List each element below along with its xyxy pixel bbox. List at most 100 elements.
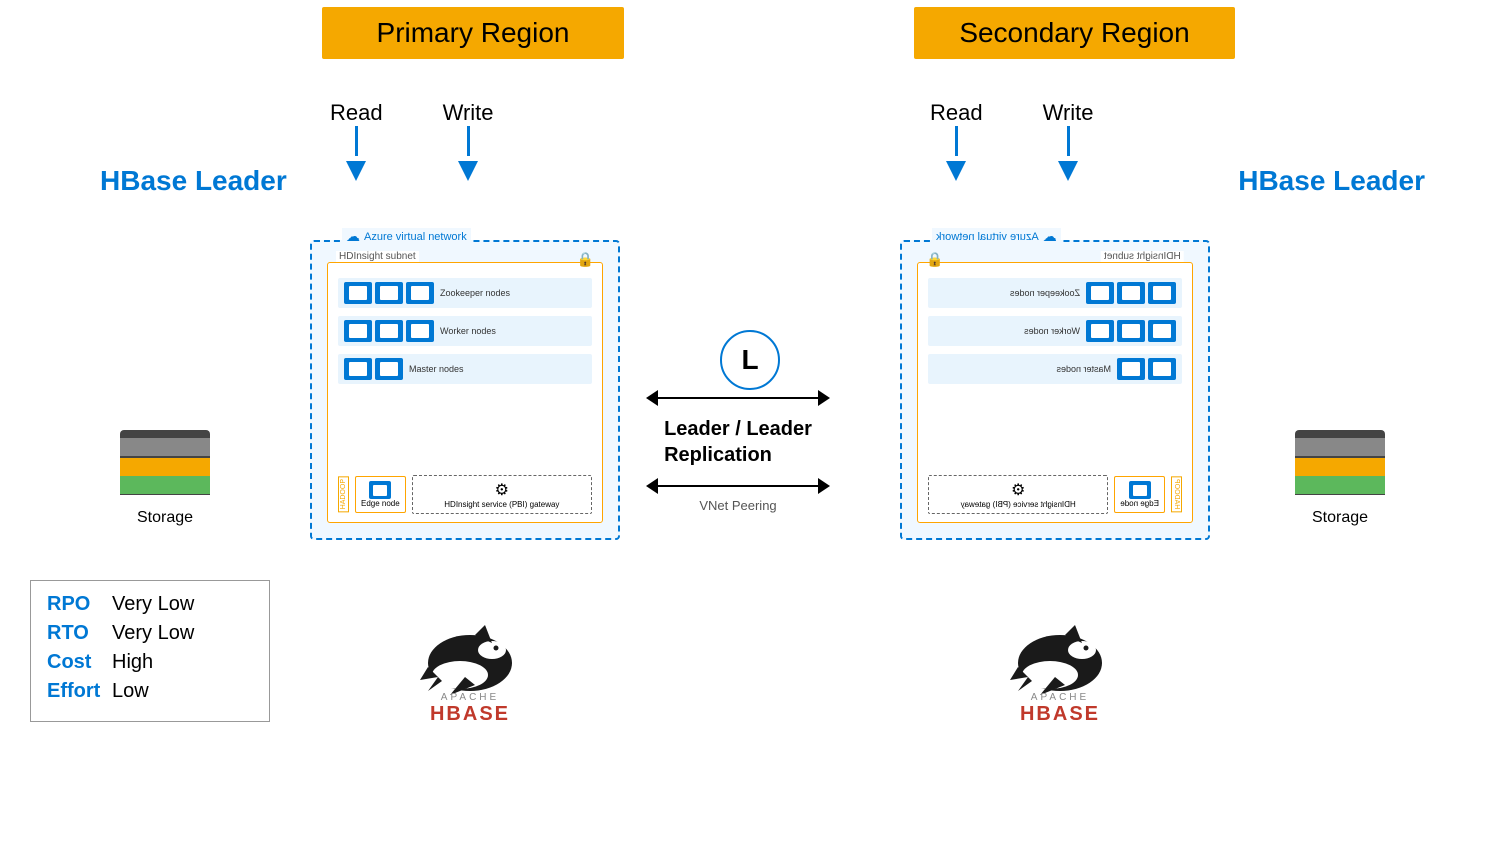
rep-arrow-bottom [646,478,830,494]
primary-region-label: Primary Region [322,7,624,59]
arrow-left-bottom [646,478,658,494]
gateway-label-right: HDInsight service (PBI) gateway [961,500,1076,509]
svg-text:APACHE: APACHE [441,692,499,703]
edge-node-box [369,481,391,499]
zookeeper-boxes [344,282,434,304]
azure-vnet-right: ☁ Azure virtual network HDInsight subnet… [900,240,1210,540]
hdinsight-bottom-left: HADOOP Edge node ⚙ HDInsight service (PB… [338,475,592,514]
master-boxes [344,358,403,380]
rpo-val: Very Low [112,593,194,616]
gear-icon-left: ⚙ [495,480,509,500]
node-box [375,282,403,304]
node-box [1117,358,1145,380]
hbase-logo-left: APACHE HBASE [400,620,540,730]
gateway-label: HDInsight service (PBI) gateway [444,500,559,509]
node-box [375,320,403,342]
node-box [1148,358,1176,380]
rpo-key: RPO [47,593,112,616]
edge-node-label-right: Edge node [1120,499,1159,508]
storage-icon-right: Storage [1295,430,1385,527]
rep-arrow-top [646,390,830,406]
node-box [406,282,434,304]
effort-key: Effort [47,680,112,703]
cost-val: High [112,651,153,674]
replication-section: Leader / LeaderReplication VNet Peering [618,390,858,513]
hdinsight-box-left: HDInsight subnet 🔒 Zookeeper nodes [327,262,603,523]
cloud-icon-left: ☁ [346,228,360,245]
worker-boxes-right [1086,320,1176,342]
hdinsight-box-right: HDInsight subnet 🔒 Zookeeper nodes [917,262,1193,523]
hbase-leader-left: HBase Leader [100,165,287,197]
node-box [1148,320,1176,342]
zookeeper-boxes-right [1086,282,1176,304]
main-container: Primary Region Secondary Region HBase Le… [0,0,1485,860]
rep-line-bottom [658,485,818,487]
stripe-green-right [1295,476,1385,494]
hbase-leader-right: HBase Leader [1238,165,1425,197]
node-box [344,358,372,380]
l-circle: L [720,330,780,390]
cost-row: Cost High [47,651,253,674]
stripe-yellow-right [1295,458,1385,476]
replication-label: Leader / LeaderReplication [664,416,812,468]
stripe-gray-left [120,438,210,456]
effort-row: Effort Low [47,680,253,703]
master-boxes-right [1117,358,1176,380]
svg-text:HBASE: HBASE [1020,703,1100,725]
stripe-gray-right [1295,438,1385,456]
node-box [1086,320,1114,342]
edge-node-box-right [1129,481,1151,499]
storage-icon-left: Storage [120,430,210,527]
rto-val: Very Low [112,622,194,645]
gateway-right: ⚙ HDInsight service (PBI) gateway [928,475,1108,514]
hdinsight-label-left: HDInsight subnet [336,251,419,262]
storage-visual-right [1295,430,1385,505]
secondary-region-label: Secondary Region [914,7,1235,59]
master-row: Master nodes [338,354,592,384]
read-write-right: Read Write [930,100,1094,181]
node-rows-right: Zookeeper nodes Worker nodes [928,278,1182,392]
node-box [375,358,403,380]
arrow-right-bottom [818,478,830,494]
node-box [1117,282,1145,304]
write-label-right: Write [1043,100,1094,181]
worker-row: Worker nodes [338,316,592,346]
rpo-row: RPO Very Low [47,593,253,616]
node-box [1148,282,1176,304]
arrow-left-top [646,390,658,406]
storage-body-left [120,430,210,495]
vnet-label-left: ☁ Azure virtual network [342,228,471,245]
cost-key: Cost [47,651,112,674]
node-box [406,320,434,342]
edge-node-label: Edge node [361,499,400,508]
metrics-box: RPO Very Low RTO Very Low Cost High Effo… [30,580,270,722]
node-box [344,282,372,304]
hbase-logo-right: APACHE HBASE [990,620,1130,730]
zookeeper-row-right: Zookeeper nodes [928,278,1182,308]
master-row-right: Master nodes [928,354,1182,384]
worker-label-right: Worker nodes [1024,326,1080,336]
node-rows-left: Zookeeper nodes Worker nodes [338,278,592,392]
cloud-icon-right: ☁ [1043,228,1057,245]
edge-node-left: Edge node [355,476,406,513]
rto-row: RTO Very Low [47,622,253,645]
master-label-right: Master nodes [1056,364,1111,374]
vnet-peering-label: VNet Peering [699,498,776,513]
node-box [1117,320,1145,342]
vnet-label-right: ☁ Azure virtual network [932,228,1061,245]
lock-icon-right: 🔒 [926,251,943,268]
hbase-svg-right: APACHE HBASE [990,620,1130,730]
node-box [1086,282,1114,304]
hdinsight-label-right: HDInsight subnet [1101,251,1184,262]
write-label-left: Write [443,100,494,181]
stripe-green-left [120,476,210,494]
lock-icon-left: 🔒 [577,251,594,268]
storage-label-right: Storage [1295,509,1385,527]
storage-label-left: Storage [120,509,210,527]
svg-text:APACHE: APACHE [1031,692,1089,703]
zookeeper-label: Zookeeper nodes [440,288,510,298]
master-label: Master nodes [409,364,464,374]
hbase-svg-left: APACHE HBASE [400,620,540,730]
effort-val: Low [112,680,149,703]
worker-row-right: Worker nodes [928,316,1182,346]
